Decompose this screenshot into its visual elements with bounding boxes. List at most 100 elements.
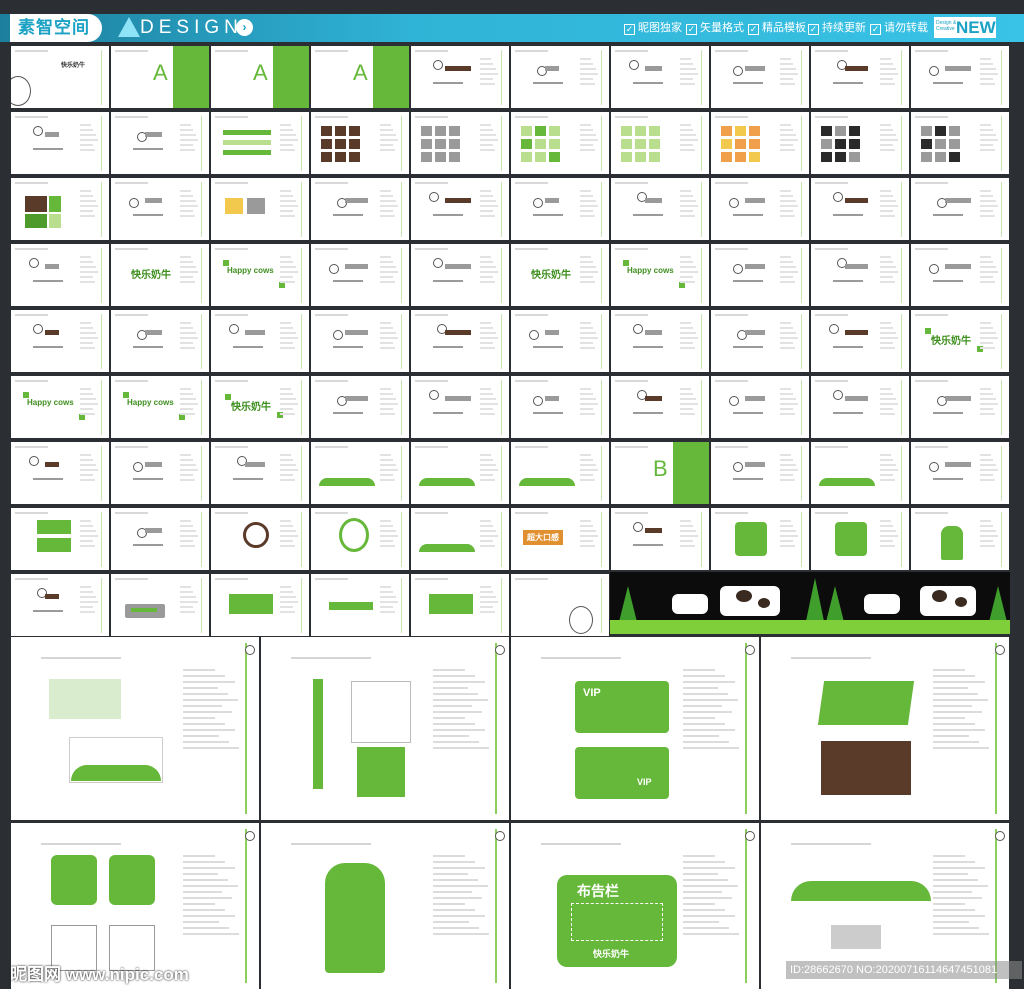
text-line: [933, 717, 966, 719]
text-line: [183, 927, 229, 929]
text-line: [380, 332, 396, 334]
caption-line: [733, 280, 763, 282]
text-line: [183, 705, 222, 707]
text-line: [980, 200, 996, 202]
green-wave: [519, 478, 575, 486]
thumbnail-page: [211, 112, 309, 174]
new-badge: Design & Creative NEW: [934, 17, 996, 38]
text-line: [480, 205, 498, 207]
color-swatch: [949, 139, 960, 149]
text-line: [780, 530, 796, 532]
text-line: [480, 276, 494, 278]
text-line: [480, 464, 496, 466]
caption-line: [333, 412, 363, 414]
text-line: [480, 73, 498, 75]
text-line: [980, 322, 991, 324]
text-lines: [980, 124, 998, 154]
text-line: [480, 606, 494, 608]
text-line: [980, 134, 996, 136]
color-swatch: [749, 152, 760, 162]
thumbnail-page: [311, 310, 409, 372]
uniform-shape: [735, 522, 767, 556]
text-line: [180, 408, 194, 410]
color-swatch: [621, 126, 632, 136]
text-line: [380, 479, 396, 481]
text-lines: [433, 669, 491, 753]
section-letter: A: [153, 60, 168, 85]
cow-logo-icon: [329, 264, 339, 274]
text-line: [880, 393, 894, 395]
check-icon: ✓: [748, 24, 759, 35]
logo-block: [145, 198, 162, 203]
text-line: [183, 699, 239, 701]
text-line: [580, 73, 598, 75]
text-line: [780, 337, 798, 339]
text-line: [280, 129, 294, 131]
text-line: [80, 205, 98, 207]
cow-figure: [864, 594, 900, 614]
text-line: [180, 469, 198, 471]
page-margin-line: [401, 512, 402, 567]
text-line: [280, 271, 298, 273]
color-swatch: [535, 126, 546, 136]
page-margin-line: [401, 578, 402, 633]
text-line: [980, 129, 994, 131]
vip-card-back: VIP: [575, 747, 669, 799]
text-line: [580, 200, 596, 202]
color-swatch: [849, 139, 860, 149]
text-line: [433, 873, 469, 875]
page-header-line: [915, 512, 949, 514]
text-line: [880, 342, 894, 344]
green-panel: [273, 46, 309, 108]
text-line: [780, 215, 796, 217]
text-line: [480, 195, 494, 197]
feature-4: ✓ 持续更新: [808, 22, 866, 35]
logo-block: [745, 330, 765, 335]
text-lines: [80, 520, 98, 550]
cow-logo-icon: [433, 60, 443, 70]
text-line: [683, 903, 716, 905]
thumbnail-page: [411, 244, 509, 306]
text-line: [980, 530, 996, 532]
text-line: [80, 591, 94, 593]
green-stripe: [223, 130, 271, 135]
thumbnail-page: [211, 442, 309, 504]
text-line: [80, 606, 94, 608]
text-line: [680, 78, 694, 80]
text-lines: [680, 256, 698, 286]
text-lines: [580, 520, 598, 550]
page-margin-line: [501, 446, 502, 501]
page-margin-line: [801, 116, 802, 171]
text-line: [780, 469, 798, 471]
text-line: [183, 741, 229, 743]
text-lines: [680, 322, 698, 352]
text-line: [433, 903, 466, 905]
color-swatch: [25, 196, 47, 212]
text-line: [980, 347, 996, 349]
text-lines: [280, 256, 298, 286]
text-line: [80, 256, 91, 258]
text-line: [780, 124, 791, 126]
page-header-line: [215, 248, 249, 250]
page-margin-line: [401, 248, 402, 303]
page-margin-line: [901, 512, 902, 567]
text-line: [280, 266, 296, 268]
logo-block: [445, 198, 471, 203]
logo-block: [245, 462, 265, 467]
color-swatch: [521, 152, 532, 162]
caption-line: [433, 412, 463, 414]
text-lines: [880, 322, 898, 352]
text-line: [780, 322, 791, 324]
text-line: [380, 454, 391, 456]
text-lines: [780, 58, 798, 88]
cow-logo-icon: [829, 324, 839, 334]
text-line: [180, 195, 194, 197]
page-header-line: [215, 50, 249, 52]
cow-spot: [758, 598, 770, 608]
text-line: [480, 134, 496, 136]
text-lines: [980, 520, 998, 550]
text-line: [80, 520, 91, 522]
detail-page: [261, 823, 509, 989]
text-line: [683, 705, 722, 707]
text-line: [880, 58, 891, 60]
